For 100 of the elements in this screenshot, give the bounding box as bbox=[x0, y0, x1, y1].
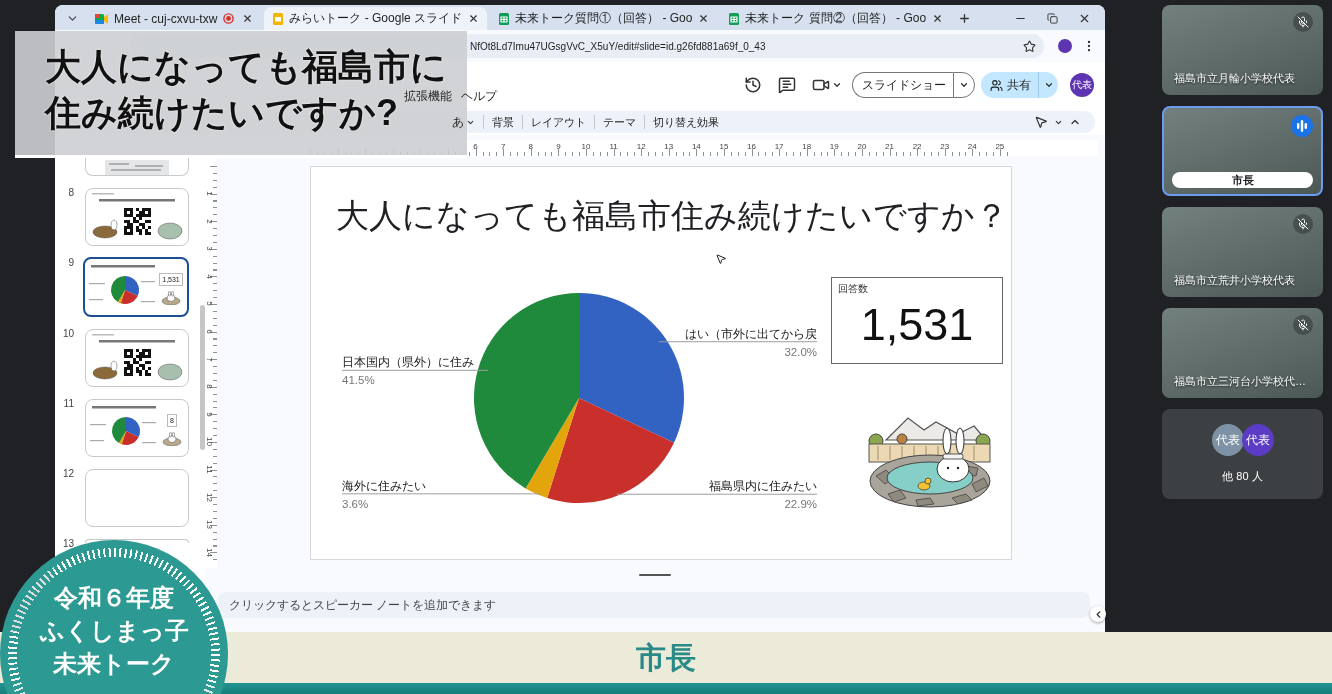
menu-item[interactable]: 拡張機能 bbox=[404, 89, 452, 104]
participant-avatar: 代表 bbox=[1211, 424, 1244, 456]
toolbar-button[interactable]: レイアウト bbox=[531, 114, 586, 130]
pointer-icon[interactable] bbox=[1034, 115, 1048, 129]
slide-thumbnail[interactable] bbox=[85, 158, 189, 176]
ruler-number: 9 bbox=[556, 142, 561, 153]
slide-number: 11 bbox=[62, 399, 75, 408]
participant-name: 福島市立月輪小学校代表 bbox=[1174, 72, 1295, 85]
caret-icon bbox=[959, 80, 969, 90]
ruler-number: 5 bbox=[205, 301, 214, 307]
close-icon[interactable] bbox=[468, 13, 480, 24]
participant-name: 福島市立三河台小学校代… bbox=[1174, 375, 1306, 388]
slide-title: 大人になっても福島市住み続けたいですか？ bbox=[335, 196, 1009, 236]
ruler-number: 14 bbox=[691, 142, 701, 153]
photo-placeholder bbox=[105, 160, 169, 175]
category-label: 福島県内に住みたい bbox=[709, 480, 817, 493]
ruler-number: 7 bbox=[500, 142, 506, 153]
ruler-number: 10 bbox=[205, 437, 214, 447]
browser-tab[interactable]: 未来トーク 質問②（回答） - Goo bbox=[720, 7, 952, 30]
comment-icon[interactable] bbox=[778, 76, 796, 94]
video-tile[interactable]: 市長 bbox=[1162, 106, 1323, 196]
others-tile[interactable]: 代表 代表 他 80 人 bbox=[1162, 409, 1323, 499]
share-button[interactable]: 共有 bbox=[981, 72, 1038, 98]
browser-tab[interactable]: みらいトーク - Google スライド bbox=[264, 7, 488, 30]
others-count: 他 80 人 bbox=[1222, 469, 1263, 484]
audio-level-icon bbox=[1291, 115, 1313, 137]
ruler-number: 25 bbox=[995, 142, 1005, 153]
ruler-number: 7 bbox=[205, 356, 214, 362]
ruler-number: 2 bbox=[205, 218, 214, 224]
ruler-number: 16 bbox=[747, 142, 756, 153]
ruler-number: 10 bbox=[581, 142, 591, 153]
menu-item[interactable]: ヘルプ bbox=[461, 89, 497, 104]
user-avatar[interactable]: 代表 bbox=[1070, 73, 1094, 97]
ruler-number: 15 bbox=[719, 142, 729, 153]
ruler-number: 8 bbox=[528, 142, 533, 153]
profile-avatar-icon[interactable] bbox=[1058, 39, 1072, 53]
ruler-number: 22 bbox=[912, 142, 922, 153]
ruler-number: 19 bbox=[829, 142, 839, 153]
speaker-notes-field[interactable]: クリックするとスピーカー ノートを追加できます bbox=[218, 592, 1090, 618]
ruler-number: 6 bbox=[473, 142, 478, 153]
browser-tab[interactable]: 未来トーク質問①（回答） - Goo bbox=[490, 7, 718, 30]
caret-icon bbox=[1043, 80, 1054, 90]
close-icon[interactable] bbox=[698, 13, 710, 24]
camera-icon bbox=[95, 13, 108, 24]
close-icon[interactable] bbox=[932, 13, 944, 24]
category-label: 海外に住みたい bbox=[342, 479, 426, 492]
ruler-number: 18 bbox=[802, 142, 812, 153]
video-tile[interactable]: 福島市立荒井小学校代表 bbox=[1162, 207, 1323, 297]
ruler-number: 14 bbox=[205, 547, 214, 557]
caption-title: 住み続けたいですか? bbox=[45, 92, 398, 134]
ruler-number: 4 bbox=[205, 274, 214, 279]
input-tool-button[interactable]: あ bbox=[452, 113, 475, 131]
participant-avatar: 代表 bbox=[1241, 424, 1274, 456]
resize-handle[interactable] bbox=[639, 574, 671, 576]
close-icon[interactable] bbox=[1078, 12, 1091, 25]
restore-icon[interactable] bbox=[1047, 13, 1058, 24]
ruler-number: 3 bbox=[205, 246, 214, 251]
share-options-button[interactable] bbox=[1038, 72, 1058, 98]
ruler-number: 6 bbox=[205, 329, 214, 334]
category-label: 日本国内（県外）に住み bbox=[342, 356, 474, 369]
cursor-icon bbox=[715, 253, 727, 265]
response-count: 1,531 bbox=[860, 299, 974, 351]
category-label: はい（市外に出てから戻 bbox=[685, 327, 817, 340]
spreadsheet-icon bbox=[499, 12, 510, 25]
history-icon[interactable] bbox=[744, 76, 762, 94]
percent-label: 41.5% bbox=[342, 374, 375, 387]
percent-label: 22.9% bbox=[784, 498, 817, 511]
new-tab-icon[interactable] bbox=[958, 12, 972, 25]
count-label: 回答数 bbox=[838, 283, 868, 295]
participant-name: 福島市立荒井小学校代表 bbox=[1174, 274, 1295, 287]
close-icon[interactable] bbox=[242, 13, 254, 24]
slideshow-options-button[interactable] bbox=[953, 72, 975, 98]
ruler-number: 12 bbox=[205, 492, 214, 502]
ruler-number: 11 bbox=[609, 142, 618, 153]
ruler-number: 24 bbox=[967, 142, 977, 153]
ruler-number: 13 bbox=[205, 520, 214, 530]
video-tile[interactable]: 福島市立月輪小学校代表 bbox=[1162, 5, 1323, 95]
rabbit-drawing bbox=[161, 291, 181, 305]
slide-thumbnail[interactable] bbox=[85, 469, 189, 527]
rabbit-drawing bbox=[162, 432, 182, 446]
star-icon[interactable] bbox=[1023, 39, 1036, 53]
slide-number: 10 bbox=[61, 329, 75, 338]
ruler-number: 9 bbox=[205, 412, 214, 417]
slideshow-button[interactable]: スライドショー bbox=[852, 72, 953, 98]
event-title: 令和６年度 ふくしまっ子 未来トーク bbox=[39, 583, 189, 679]
ruler-number: 17 bbox=[774, 142, 784, 153]
caret-icon[interactable] bbox=[832, 80, 842, 90]
browser-tab[interactable]: Meet - cuj-cxvu-txw bbox=[86, 7, 262, 30]
toolbar-button[interactable]: 背景 bbox=[492, 114, 514, 130]
video-tile[interactable]: 福島市立三河台小学校代… bbox=[1162, 308, 1323, 398]
percent-label: 32.0% bbox=[784, 345, 817, 358]
toolbar-button[interactable]: 切り替え効果 bbox=[653, 114, 719, 130]
spreadsheet-icon bbox=[729, 12, 740, 25]
percent-label: 3.6% bbox=[342, 497, 369, 510]
ruler-number: 12 bbox=[636, 142, 646, 153]
slide-number: 12 bbox=[61, 469, 75, 478]
ruler-number: 23 bbox=[940, 142, 950, 153]
slide-number: 9 bbox=[67, 258, 75, 267]
scrollbar[interactable] bbox=[200, 305, 205, 450]
toolbar-button[interactable]: テーマ bbox=[603, 114, 636, 130]
